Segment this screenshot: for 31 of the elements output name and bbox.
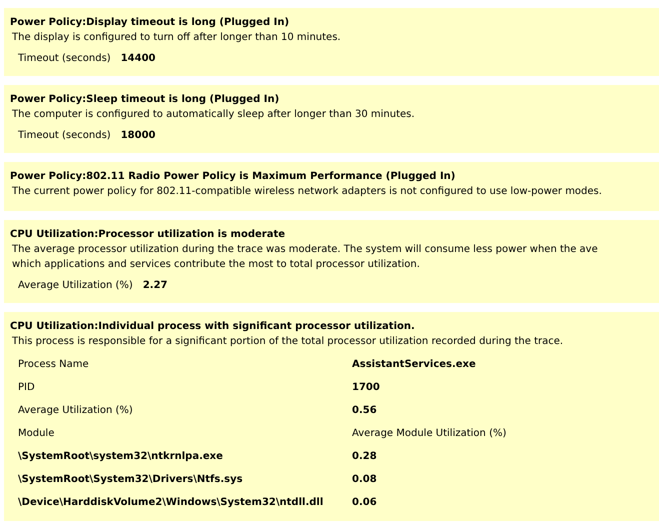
issue-description: The current power policy for 802.11-compatible wireless network adapters is not configured to use low-power modes. [11,185,603,199]
module-utilization: 0.06 [352,496,378,509]
column-header: Module [18,427,56,440]
column-header: Average Module Utilization (%) [352,427,508,440]
property-label: Process Name [18,358,90,371]
property-value: 0.56 [352,404,378,417]
property-label: PID [18,381,36,394]
module-utilization: 0.28 [352,450,378,463]
property-value: 18000 [120,130,156,141]
property-value: 1700 [352,381,381,394]
issue-description: The display is configured to turn off after longer than 10 minutes. [11,31,342,45]
issue-description: This process is responsible for a significant portion of the total processor utilization recorded during the trace. [11,335,564,349]
issue-description: The average processor utilization during the trace was moderate. The system will consume less power when the ave [11,243,599,257]
issue-title: Power Policy:Sleep timeout is long (Plugged In) [10,93,280,107]
property-value: 2.27 [142,280,168,291]
module-path: \SystemRoot\System32\Drivers\Ntfs.sys [18,473,244,486]
property-value: 14400 [120,53,156,64]
module-utilization: 0.08 [352,473,378,486]
issue-title: CPU Utilization:Processor utilization is moderate [10,228,286,242]
property-label: Average Utilization (%) [18,280,133,291]
module-path: \Device\HarddiskVolume2\Windows\System32\ntdll.dll [18,496,324,509]
property-value: AssistantServices.exe [352,358,477,371]
issue-description: The computer is configured to automatically sleep after longer than 30 minutes. [11,108,416,122]
property-label: Average Utilization (%) [18,404,134,417]
issue-description: which applications and services contribute the most to total processor utilization. [11,258,421,272]
property-label: Timeout (seconds) [18,53,111,64]
issue-title: Power Policy:802.11 Radio Power Policy is Maximum Performance (Plugged In) [10,170,456,184]
issue-title: Power Policy:Display timeout is long (Plugged In) [10,16,290,30]
issue-title: CPU Utilization:Individual process with significant processor utilization. [10,320,416,334]
module-path: \SystemRoot\system32\ntkrnlpa.exe [18,450,224,463]
property-label: Timeout (seconds) [18,130,111,141]
